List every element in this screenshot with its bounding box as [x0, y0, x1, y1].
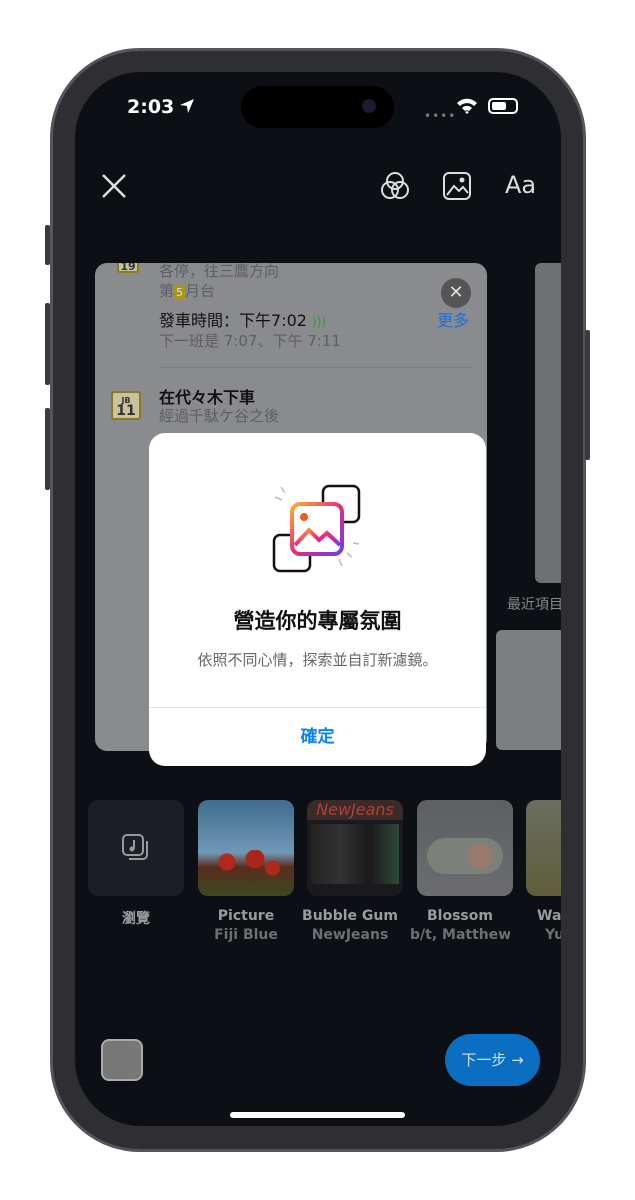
dialog-title: 營造你的專屬氛圍 — [233, 609, 402, 633]
music-library-icon — [122, 834, 148, 860]
close-icon[interactable] — [101, 173, 127, 199]
song-cover-wa[interactable] — [526, 800, 561, 896]
next-departures: 下一班是 7:07、下午 7:11 — [159, 332, 341, 350]
recent-thumbnail — [496, 630, 561, 750]
text-tool-button[interactable]: Aa — [505, 171, 536, 199]
volume-up-button — [45, 303, 50, 385]
stop-subtitle: 經過千駄ケ谷之後 — [159, 407, 280, 425]
signal-icon: •••• — [424, 109, 457, 123]
status-time: 2:03 — [127, 96, 175, 118]
route-text: 各停，往三鷹方向 — [159, 263, 280, 280]
confirm-button[interactable]: 確定 — [149, 708, 486, 766]
song-artist: Fiji Blue — [214, 927, 278, 943]
more-link: 更多 — [437, 311, 470, 330]
divider — [159, 367, 473, 368]
power-button — [585, 330, 590, 460]
browse-music-button[interactable] — [88, 800, 184, 896]
dynamic-island — [241, 86, 394, 128]
song-cover-blossom[interactable] — [417, 800, 513, 896]
song-artist: NewJeans — [311, 927, 389, 943]
wifi-icon — [457, 98, 477, 114]
location-icon — [180, 99, 194, 113]
dialog-message: 依照不同心情，探索並自訂新濾鏡。 — [197, 651, 438, 669]
song-title: Picture — [217, 908, 275, 924]
battery-icon — [488, 98, 518, 114]
departure-time: 發車時間：下午7:02 ))) — [159, 311, 327, 330]
song-cover-bubble-gum[interactable]: NewJeans — [307, 800, 403, 896]
remove-sticker-icon[interactable]: ✕ — [441, 278, 471, 308]
station-badge: JB 11 — [111, 391, 141, 420]
song-title: Bubble Gum — [302, 908, 398, 924]
intro-dialog: 營造你的專屬氛圍 依照不同心情，探索並自訂新濾鏡。 確定 — [149, 433, 486, 766]
cover-text: NewJeans — [307, 800, 403, 820]
action-button — [45, 225, 50, 265]
line-badge: 19 — [117, 263, 139, 273]
browse-label: 瀏覽 — [122, 911, 150, 927]
image-icon[interactable] — [442, 171, 472, 201]
home-indicator — [230, 1112, 405, 1118]
gallery-thumbnail[interactable] — [101, 1039, 143, 1081]
next-button[interactable]: 下一步 → — [445, 1034, 540, 1086]
song-title: Wa — [537, 908, 561, 924]
song-artist: b/t, Matthew — [410, 927, 510, 943]
screen: 2:03 •••• Aa 19 各停，往三鷹方向 第 5 月台 發車時間：下午7:0… — [75, 72, 561, 1126]
filter-icon[interactable] — [380, 171, 410, 201]
volume-down-button — [45, 408, 50, 490]
filter-images-icon — [272, 484, 361, 573]
song-title: Blossom — [427, 908, 493, 924]
recent-items-label: 最近項目 — [507, 597, 561, 613]
platform-text: 第 5 月台 — [159, 282, 216, 300]
next-card-preview — [535, 263, 561, 583]
song-artist: Yu — [545, 927, 561, 943]
song-cover-picture[interactable] — [198, 800, 294, 896]
